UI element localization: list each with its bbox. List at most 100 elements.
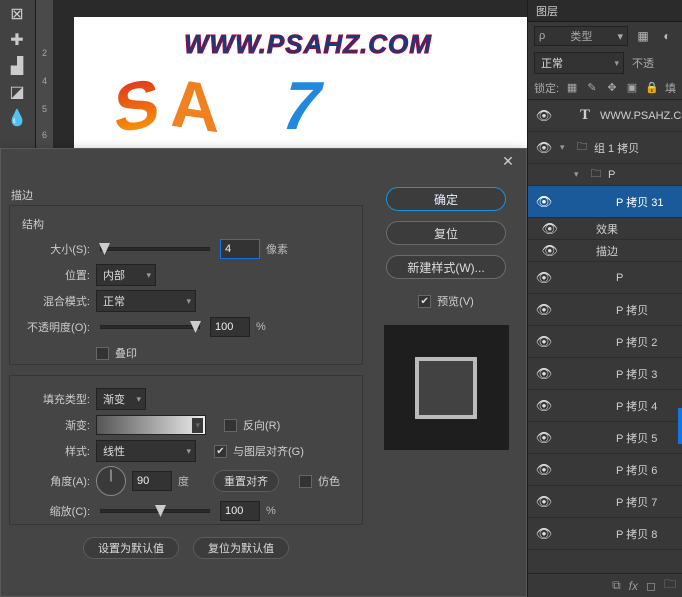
layer-tree: 👁 TWWW.PSAHZ.CO 👁 ▾🗀组 1 拷贝 ▾🗀P 👁 P 拷贝 31… — [528, 100, 682, 573]
watermark-text: WWW.PSAHZ.COM — [184, 29, 432, 60]
scale-slider[interactable] — [100, 509, 210, 513]
folder-icon: 🗀 — [588, 167, 604, 183]
dialog-actions: 确定 复位 新建样式(W)... 预览(V) — [371, 179, 521, 596]
reset-button[interactable]: 复位 — [386, 221, 506, 245]
dither-checkbox[interactable] — [299, 475, 312, 488]
heal-tool[interactable]: ✚ — [2, 28, 32, 52]
opacity-slider[interactable] — [100, 325, 200, 329]
preview-checkbox[interactable] — [418, 295, 431, 308]
layer-effects-row[interactable]: 👁 效果 — [528, 218, 682, 240]
layer-row[interactable]: 👁 ▾🗀组 1 拷贝 — [528, 132, 682, 164]
layer-row[interactable]: 👁 P 拷贝 — [528, 294, 682, 326]
caret-down-icon[interactable]: ▾ — [574, 169, 584, 180]
eye-icon[interactable]: 👁 — [536, 398, 553, 414]
chevron-down-icon: ▾ — [614, 58, 619, 69]
layer-row[interactable]: 👁 P 拷贝 2 — [528, 326, 682, 358]
ok-button[interactable]: 确定 — [386, 187, 506, 211]
preview-thumbnail — [384, 325, 509, 450]
eye-icon[interactable]: 👁 — [536, 526, 553, 542]
reset-default-button[interactable]: 复位为默认值 — [193, 537, 289, 559]
layer-row[interactable]: 👁 P 拷贝 3 — [528, 358, 682, 390]
layer-row[interactable]: 👁 P 拷贝 5 — [528, 422, 682, 454]
lock-label: 锁定: — [534, 80, 559, 96]
eye-icon[interactable]: 👁 — [536, 140, 553, 156]
fx-icon[interactable]: fx — [629, 579, 638, 593]
style-combo[interactable]: 线性▾ — [96, 440, 196, 462]
position-combo[interactable]: 内部▾ — [96, 264, 156, 286]
reset-align-button[interactable]: 重置对齐 — [213, 470, 279, 492]
eye-icon[interactable]: 👁 — [536, 462, 553, 478]
eye-icon[interactable]: 👁 — [536, 430, 553, 446]
opacity-input[interactable] — [210, 317, 250, 337]
mask-icon[interactable]: ◻ — [646, 579, 656, 593]
chevron-down-icon: ▾ — [192, 418, 203, 433]
lock-transparent-icon[interactable]: ▦ — [565, 81, 579, 94]
layer-row[interactable]: ▾🗀P — [528, 164, 682, 186]
layer-row[interactable]: 👁 TWWW.PSAHZ.CO — [528, 100, 682, 132]
lock-artboard-icon[interactable]: ▣ — [625, 81, 639, 94]
chevron-down-icon: ▾ — [186, 446, 191, 457]
gradient-picker[interactable]: ▾ — [96, 415, 206, 435]
overprint-label: 叠印 — [115, 345, 137, 361]
reverse-checkbox[interactable] — [224, 419, 237, 432]
gradient-label: 渐变: — [18, 417, 90, 433]
folder-icon: 🗀 — [574, 140, 590, 156]
eye-icon[interactable]: 👁 — [536, 494, 553, 510]
layers-footer: ⧉ fx ◻ 🗀 — [528, 573, 682, 597]
caret-down-icon[interactable]: ▾ — [560, 142, 570, 153]
layer-row[interactable]: 👁 P 拷贝 8 — [528, 518, 682, 550]
eye-icon[interactable]: 👁 — [536, 366, 553, 382]
blend-combo[interactable]: 正常▾ — [96, 290, 196, 312]
set-default-button[interactable]: 设置为默认值 — [83, 537, 179, 559]
close-icon[interactable]: ✕ — [498, 153, 518, 173]
layer-row[interactable]: 👁 P 拷贝 7 — [528, 486, 682, 518]
stamp-tool[interactable]: ▟ — [2, 54, 32, 78]
new-style-button[interactable]: 新建样式(W)... — [386, 255, 506, 279]
size-input[interactable] — [220, 239, 260, 259]
eye-icon[interactable]: 👁 — [541, 243, 558, 259]
angle-input[interactable] — [132, 471, 172, 491]
eraser-tool[interactable]: ◪ — [2, 80, 32, 104]
lock-position-icon[interactable]: ✥ — [605, 81, 619, 94]
layer-row[interactable]: 👁 P 拷贝 6 — [528, 454, 682, 486]
layer-blend-combo[interactable]: 正常▾ — [534, 52, 624, 74]
fill-type-combo[interactable]: 渐变▾ — [96, 388, 146, 410]
layer-kind-filter[interactable]: ρ 类型▾ — [534, 26, 628, 46]
drop-tool[interactable]: 💧 — [2, 106, 32, 130]
angle-dial[interactable] — [96, 466, 126, 496]
opacity-abbrev: 不透 — [632, 55, 654, 71]
chevron-down-icon: ▾ — [146, 270, 151, 281]
chevron-down-icon: ▾ — [136, 394, 141, 405]
eye-icon[interactable]: 👁 — [536, 270, 553, 286]
eye-icon[interactable]: 👁 — [541, 221, 558, 237]
blend-label: 混合模式: — [18, 293, 90, 309]
align-label: 与图层对齐(G) — [233, 443, 304, 459]
eye-icon[interactable]: 👁 — [536, 334, 553, 350]
layers-tab[interactable]: 图层 — [528, 0, 682, 22]
layer-effect-stroke-row[interactable]: 👁 描边 — [528, 240, 682, 262]
size-slider[interactable] — [100, 247, 210, 251]
crop-tool[interactable]: ⊠ — [2, 2, 32, 26]
lock-paint-icon[interactable]: ✎ — [585, 81, 599, 94]
opacity-unit: % — [256, 321, 266, 333]
scale-input[interactable] — [220, 501, 260, 521]
lock-all-icon[interactable]: 🔒 — [645, 81, 659, 94]
eye-icon[interactable]: 👁 — [536, 194, 553, 210]
align-checkbox[interactable] — [214, 445, 227, 458]
document-canvas[interactable]: WWW.PSAHZ.COM S A 7 — [74, 17, 527, 150]
style-label: 样式: — [18, 443, 90, 459]
canvas-area: WWW.PSAHZ.COM S A 7 — [54, 0, 527, 150]
filter-adjust-icon[interactable]: ◐ — [658, 27, 676, 45]
scale-unit: % — [266, 505, 276, 517]
filter-image-icon[interactable]: ▦ — [634, 27, 652, 45]
layers-panel: 图层 ρ 类型▾ ▦ ◐ 正常▾ 不透 锁定: ▦ ✎ ✥ ▣ 🔒 填 👁 TW… — [527, 0, 682, 597]
eye-icon[interactable]: 👁 — [536, 302, 553, 318]
new-group-icon[interactable]: 🗀 — [664, 575, 676, 596]
overprint-checkbox[interactable] — [96, 347, 109, 360]
layer-row-selected[interactable]: 👁 P 拷贝 31 — [528, 186, 682, 218]
scrollbar-thumb[interactable] — [678, 408, 682, 444]
layer-row[interactable]: 👁 P 拷贝 4 — [528, 390, 682, 422]
link-layers-icon[interactable]: ⧉ — [612, 578, 621, 593]
eye-icon[interactable]: 👁 — [536, 108, 553, 124]
layer-row[interactable]: 👁 P — [528, 262, 682, 294]
